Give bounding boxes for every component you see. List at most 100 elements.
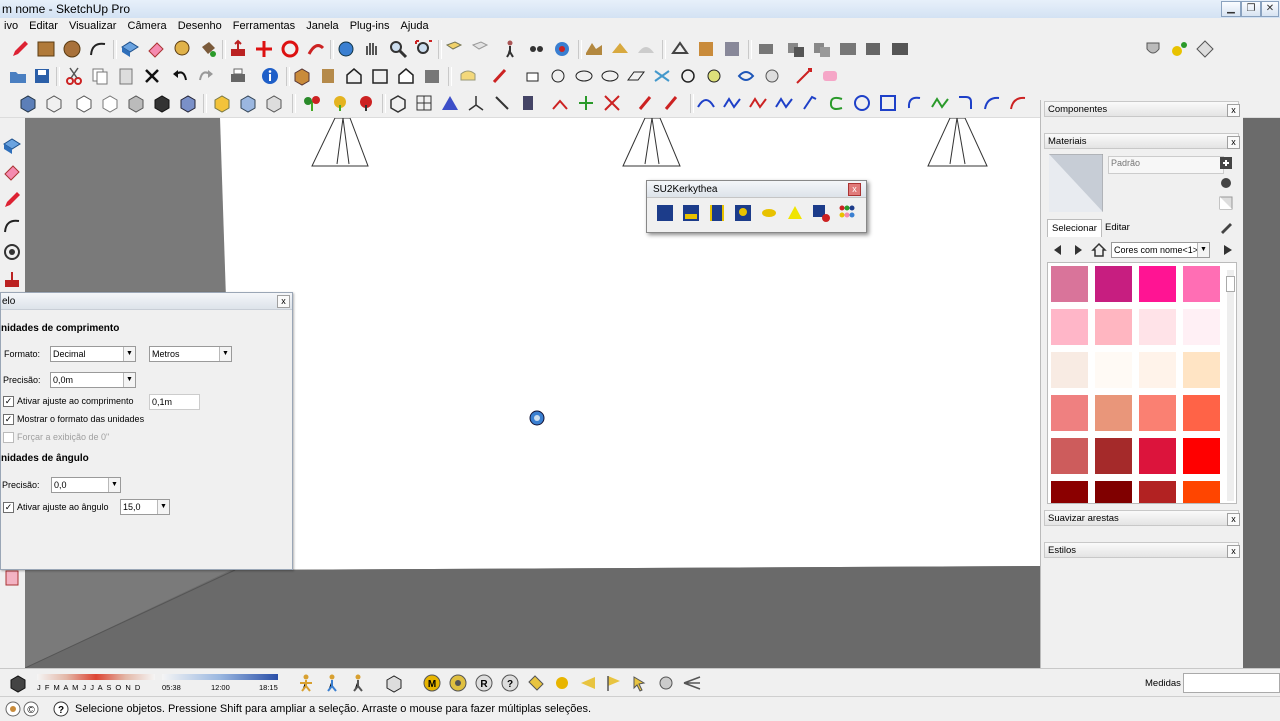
- orbit-icon[interactable]: [336, 39, 356, 59]
- shape-2-icon[interactable]: [600, 66, 620, 86]
- follow-me-icon[interactable]: [306, 39, 326, 59]
- model-info-icon[interactable]: [260, 66, 280, 86]
- menu-draw[interactable]: Desenho: [174, 18, 226, 32]
- wireframe-icon[interactable]: [44, 93, 64, 113]
- back-arrow-icon[interactable]: [1051, 243, 1065, 257]
- line-tool-icon[interactable]: [492, 93, 512, 113]
- help-icon[interactable]: ?: [500, 673, 520, 693]
- drape-icon[interactable]: [696, 39, 716, 59]
- color-swatch[interactable]: [1138, 437, 1177, 475]
- delete-icon[interactable]: [142, 66, 162, 86]
- left-view-icon[interactable]: [422, 66, 442, 86]
- position-camera-icon[interactable]: [552, 39, 572, 59]
- sandbox-scratch-icon[interactable]: [610, 39, 630, 59]
- color-swatch[interactable]: [1094, 394, 1133, 432]
- snap-angle-checkbox[interactable]: ✓: [3, 502, 14, 513]
- triangle-icon[interactable]: [440, 93, 460, 113]
- units-dialog-close-button[interactable]: x: [277, 295, 290, 308]
- close-window-button[interactable]: ✕: [1261, 1, 1279, 17]
- axes-icon[interactable]: [466, 93, 486, 113]
- grid-box-icon[interactable]: [414, 93, 434, 113]
- forward-arrow-icon[interactable]: [1071, 243, 1085, 257]
- home-icon[interactable]: [1091, 242, 1107, 258]
- fan-icon[interactable]: [682, 673, 702, 693]
- styles-icon[interactable]: [458, 66, 478, 86]
- color-swatch[interactable]: [1050, 351, 1089, 389]
- menu-help[interactable]: Ajuda: [397, 18, 433, 32]
- r-icon[interactable]: R: [474, 673, 494, 693]
- color-swatch[interactable]: [1138, 394, 1177, 432]
- shape-7-icon[interactable]: [736, 66, 756, 86]
- light-tool-icon[interactable]: [578, 673, 598, 693]
- angle-precision-select[interactable]: 0,0 ▼: [51, 477, 121, 493]
- display-mode-icon[interactable]: [178, 93, 198, 113]
- create-material-icon[interactable]: [1219, 156, 1233, 170]
- color-swatch[interactable]: [1050, 265, 1089, 303]
- shaded-icon[interactable]: [100, 93, 120, 113]
- restore-button[interactable]: ❐: [1241, 1, 1261, 17]
- cut-icon[interactable]: [64, 66, 84, 86]
- omni-light-icon[interactable]: [759, 203, 779, 223]
- styles-panel-header[interactable]: Estilos x: [1044, 542, 1240, 558]
- menu-file[interactable]: ivo: [0, 18, 22, 32]
- materials-close-button[interactable]: x: [1227, 136, 1240, 149]
- material-name-field[interactable]: Padrão: [1108, 156, 1224, 174]
- cube-icon[interactable]: [384, 673, 404, 693]
- color-swatch[interactable]: [1094, 351, 1133, 389]
- flag-icon[interactable]: [604, 673, 624, 693]
- eraser-tool-icon[interactable]: [2, 162, 22, 182]
- offset-icon[interactable]: [2, 242, 22, 262]
- scrollbar-thumb[interactable]: [1226, 276, 1235, 292]
- menu-camera[interactable]: Câmera: [124, 18, 171, 32]
- curve-5-icon[interactable]: [800, 93, 820, 113]
- arc-tool-icon[interactable]: [904, 93, 924, 113]
- swatch-scrollbar[interactable]: [1227, 270, 1234, 501]
- arc-left-icon[interactable]: [2, 216, 22, 236]
- warehouse-icon[interactable]: [1169, 39, 1189, 59]
- shadow-settings-icon[interactable]: [8, 673, 28, 693]
- menu-plugins[interactable]: Plug-ins: [346, 18, 394, 32]
- eraser-icon[interactable]: [146, 39, 166, 59]
- arc-2-icon[interactable]: [982, 93, 1002, 113]
- paste-icon[interactable]: [116, 66, 136, 86]
- smooth-close-button[interactable]: x: [1227, 513, 1240, 526]
- color-swatch[interactable]: [1138, 351, 1177, 389]
- top-view-icon[interactable]: [318, 66, 338, 86]
- monochrome-icon[interactable]: [152, 93, 172, 113]
- time-slider[interactable]: [162, 674, 278, 680]
- target-icon[interactable]: [448, 673, 468, 693]
- tab-edit[interactable]: Editar: [1101, 220, 1134, 236]
- shape-8-icon[interactable]: [762, 66, 782, 86]
- zoom-icon[interactable]: [388, 39, 408, 59]
- wire-view-icon[interactable]: [548, 66, 568, 86]
- curve-6-icon[interactable]: [826, 93, 846, 113]
- instructor-icon[interactable]: ?: [52, 700, 70, 718]
- next-view-icon[interactable]: [470, 39, 490, 59]
- m-icon[interactable]: M: [422, 673, 442, 693]
- color-swatch[interactable]: [1050, 437, 1089, 475]
- snap-length-input[interactable]: 0,1m: [149, 394, 200, 410]
- materials-icon[interactable]: [811, 203, 831, 223]
- measurements-field[interactable]: [1183, 673, 1280, 693]
- color-swatch[interactable]: [1182, 437, 1221, 475]
- union-icon[interactable]: [838, 39, 858, 59]
- plant-2-icon[interactable]: [330, 93, 350, 113]
- pencil-icon[interactable]: [10, 39, 30, 59]
- eyedropper-icon[interactable]: [1219, 220, 1233, 234]
- color-swatch[interactable]: [1182, 351, 1221, 389]
- styles-close-button[interactable]: x: [1227, 545, 1240, 558]
- lasso-icon[interactable]: [490, 66, 510, 86]
- color-swatch[interactable]: [1138, 265, 1177, 303]
- components-close-button[interactable]: x: [1227, 104, 1240, 117]
- color-swatch[interactable]: [1182, 394, 1221, 432]
- figure-1-icon[interactable]: [296, 673, 316, 693]
- arc-3-icon[interactable]: [1008, 93, 1028, 113]
- curve-3-icon[interactable]: [748, 93, 768, 113]
- animation-icon[interactable]: [707, 203, 727, 223]
- dimension-icon[interactable]: [794, 66, 814, 86]
- precision-select[interactable]: 0,0m ▼: [50, 372, 136, 388]
- trim-icon[interactable]: [890, 39, 910, 59]
- collection-select[interactable]: Cores com nome<1> ▼: [1111, 242, 1210, 258]
- box-gray-icon[interactable]: [264, 93, 284, 113]
- pencil-tool-icon[interactable]: [2, 190, 22, 210]
